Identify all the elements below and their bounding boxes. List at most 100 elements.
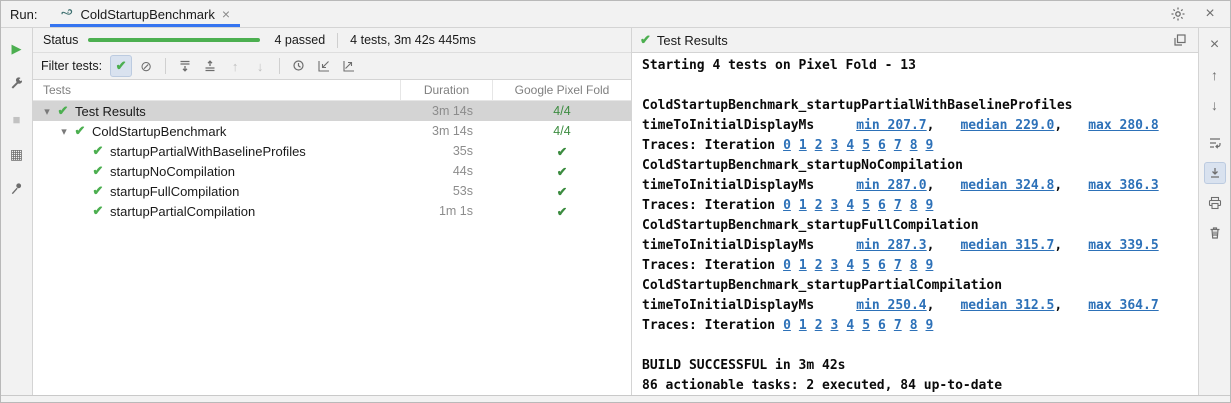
median-link[interactable]: median 312.5 [960,298,1054,313]
hide-panel-close-icon[interactable]: × [1200,4,1220,24]
tab-label: ColdStartupBenchmark [80,7,214,22]
tree-row-startupNoCompilation[interactable]: ✔ startupNoCompilation 44s ✔ [33,161,631,181]
iteration-link[interactable]: 9 [926,318,934,333]
iteration-link[interactable]: 7 [894,258,902,273]
previous-failed-test-button[interactable]: ↑ [224,55,246,77]
max-link[interactable]: max 280.8 [1088,118,1158,133]
import-test-results-button[interactable] [313,55,335,77]
tree-row-coldstartupbenchmark[interactable]: ▾ ✔ ColdStartupBenchmark 3m 14s 4/4 [33,121,631,141]
console-panel: ✔ Test Results Starting 4 tests on Pixel… [632,28,1199,395]
iteration-link[interactable]: 4 [846,198,854,213]
test-history-button[interactable] [288,55,310,77]
export-test-results-button[interactable] [338,55,360,77]
iteration-link[interactable]: 2 [815,198,823,213]
column-duration: Duration [401,80,493,100]
min-link[interactable]: min 207.7 [856,118,926,133]
iteration-link[interactable]: 7 [894,318,902,333]
iteration-link[interactable]: 6 [878,198,886,213]
run-bar-actions: × [1168,4,1230,24]
tree-row-startupPartialCompilation[interactable]: ✔ startupPartialCompilation 1m 1s ✔ [33,201,631,221]
iteration-link[interactable]: 3 [831,318,839,333]
iteration-link[interactable]: 5 [862,138,870,153]
chevron-down-icon[interactable]: ▾ [39,105,55,118]
expand-all-button[interactable] [174,55,196,77]
show-ignored-button[interactable]: ⊘ [135,55,157,77]
row-device-result: 4/4 [493,124,631,138]
iteration-link[interactable]: 8 [910,138,918,153]
iteration-link[interactable]: 4 [846,138,854,153]
iteration-link[interactable]: 4 [846,258,854,273]
iteration-link[interactable]: 3 [831,138,839,153]
iteration-link[interactable]: 9 [926,138,934,153]
iteration-link[interactable]: 2 [815,138,823,153]
stop-button[interactable]: ■ [6,108,28,130]
open-in-new-window-icon[interactable] [1170,30,1190,50]
iteration-link[interactable]: 0 [783,258,791,273]
iteration-link[interactable]: 6 [878,258,886,273]
rerun-button[interactable]: ▶ [6,38,28,60]
iteration-link[interactable]: 8 [910,318,918,333]
iteration-link[interactable]: 1 [799,138,807,153]
iteration-link[interactable]: 6 [878,138,886,153]
close-console-icon[interactable]: × [1204,34,1226,56]
median-link[interactable]: median 324.8 [960,178,1054,193]
slash-circle-icon: ⊘ [140,58,152,75]
iteration-link[interactable]: 5 [862,258,870,273]
iteration-link[interactable]: 1 [799,258,807,273]
chevron-down-icon[interactable]: ▾ [56,125,72,138]
tree-row-startupFullCompilation[interactable]: ✔ startupFullCompilation 53s ✔ [33,181,631,201]
iteration-link[interactable]: 3 [831,258,839,273]
iteration-link[interactable]: 7 [894,198,902,213]
iteration-link[interactable]: 4 [846,318,854,333]
iteration-link[interactable]: 8 [910,258,918,273]
iteration-link[interactable]: 2 [815,258,823,273]
pin-tab-icon[interactable] [6,178,28,200]
min-link[interactable]: min 287.0 [856,178,926,193]
iteration-link[interactable]: 6 [878,318,886,333]
iteration-link[interactable]: 1 [799,318,807,333]
iteration-link[interactable]: 8 [910,198,918,213]
iteration-link[interactable]: 5 [862,318,870,333]
tab-coldstartupbenchmark[interactable]: ColdStartupBenchmark × [50,1,240,27]
next-failed-test-button[interactable]: ↓ [249,55,271,77]
next-occurrence-icon[interactable]: ↓ [1204,94,1226,116]
median-link[interactable]: median 315.7 [960,238,1054,253]
tab-close-icon[interactable]: × [221,7,231,21]
iteration-link[interactable]: 0 [783,318,791,333]
console-line: Starting 4 tests on Pixel Fold - 13 [642,56,1198,76]
collapse-all-button[interactable] [199,55,221,77]
iteration-link[interactable]: 2 [815,318,823,333]
build-settings-wrench-icon[interactable] [6,73,28,95]
scroll-to-end-icon[interactable] [1204,162,1226,184]
print-icon[interactable] [1204,192,1226,214]
clear-all-trash-icon[interactable] [1204,222,1226,244]
tree-row-test-results[interactable]: ▾ ✔ Test Results 3m 14s 4/4 [33,101,631,121]
soft-wrap-icon[interactable] [1204,132,1226,154]
iteration-link[interactable]: 5 [862,198,870,213]
iteration-link[interactable]: 0 [783,138,791,153]
show-passed-button[interactable]: ✔ [110,55,132,77]
row-device-check-icon: ✔ [493,164,631,179]
median-link[interactable]: median 229.0 [960,118,1054,133]
max-link[interactable]: max 364.7 [1088,298,1158,313]
min-link[interactable]: min 287.3 [856,238,926,253]
iteration-link[interactable]: 9 [926,198,934,213]
tree-row-startupPartialWithBaselineProfiles[interactable]: ✔ startupPartialWithBaselineProfiles 35s… [33,141,631,161]
settings-gear-icon[interactable] [1168,4,1188,24]
previous-occurrence-icon[interactable]: ↑ [1204,64,1226,86]
iteration-link[interactable]: 3 [831,198,839,213]
iteration-link[interactable]: 9 [926,258,934,273]
iteration-link[interactable]: 1 [799,198,807,213]
passed-check-icon: ✔ [90,163,106,179]
min-link[interactable]: min 250.4 [856,298,926,313]
iteration-link[interactable]: 0 [783,198,791,213]
build-successful-line: BUILD SUCCESSFUL in 3m 42s [642,356,1198,376]
restore-layout-icon[interactable]: ▦ [6,143,28,165]
max-link[interactable]: max 339.5 [1088,238,1158,253]
benchmark-name: ColdStartupBenchmark_startupNoCompilatio… [642,156,1198,176]
test-progress-bar [88,38,260,42]
max-link[interactable]: max 386.3 [1088,178,1158,193]
test-tree: ▾ ✔ Test Results 3m 14s 4/4 ▾ ✔ ColdStar… [33,101,631,395]
iteration-link[interactable]: 7 [894,138,902,153]
row-device-check-icon: ✔ [493,204,631,219]
